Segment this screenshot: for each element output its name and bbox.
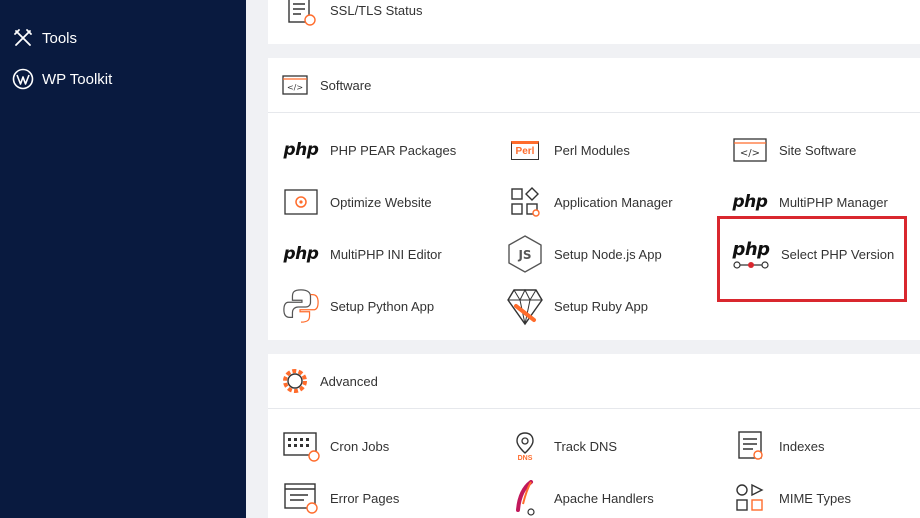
tool-cron-jobs[interactable]: Cron Jobs bbox=[282, 426, 389, 466]
tool-apache-handlers[interactable]: Apache Handlers bbox=[506, 478, 654, 518]
wordpress-icon bbox=[12, 68, 34, 90]
tools-icon bbox=[12, 27, 34, 49]
svg-text:</>: </> bbox=[740, 148, 760, 159]
svg-text:JS: JS bbox=[517, 248, 531, 262]
optimize-icon bbox=[282, 183, 320, 221]
sidebar: Tools WP Toolkit bbox=[0, 0, 246, 518]
tool-setup-python-app[interactable]: Setup Python App bbox=[282, 286, 434, 326]
app-manager-icon bbox=[506, 183, 544, 221]
sidebar-item-label: Tools bbox=[42, 29, 78, 47]
indexes-icon bbox=[731, 427, 769, 465]
tool-perl-modules[interactable]: Perl Perl Modules bbox=[506, 130, 630, 170]
tool-error-pages[interactable]: Error Pages bbox=[282, 478, 399, 518]
apache-icon bbox=[506, 479, 544, 517]
tool-optimize-website[interactable]: Optimize Website bbox=[282, 182, 432, 222]
software-header[interactable]: </> Software bbox=[268, 58, 920, 113]
tool-ssl-tls-status[interactable]: SSL/TLS Status bbox=[282, 0, 423, 30]
ruby-icon bbox=[506, 287, 544, 326]
mime-icon bbox=[731, 479, 769, 517]
security-panel: SSL/TLS Status bbox=[268, 0, 920, 44]
tool-setup-nodejs-app[interactable]: JS Setup Node.js App bbox=[506, 234, 662, 274]
section-title: Advanced bbox=[320, 373, 378, 389]
perl-icon: Perl bbox=[506, 131, 544, 169]
error-pages-icon bbox=[282, 479, 320, 517]
tool-mime-types[interactable]: MIME Types bbox=[731, 478, 851, 518]
highlight-box bbox=[717, 216, 907, 302]
code-icon: </> bbox=[731, 131, 769, 169]
main-content: SSL/TLS Status </> Software php PHP PEAR… bbox=[246, 0, 920, 518]
php-pear-icon: php bbox=[283, 140, 319, 160]
track-dns-icon: DNS bbox=[506, 427, 544, 465]
tool-setup-ruby-app[interactable]: Setup Ruby App bbox=[506, 286, 648, 326]
gear-icon bbox=[282, 368, 308, 394]
sidebar-item-tools[interactable]: Tools bbox=[12, 26, 77, 50]
advanced-panel: Advanced Cron Jobs DNS Track DNS Indexes bbox=[268, 354, 920, 518]
cron-icon bbox=[282, 427, 320, 465]
tool-multiphp-ini-editor[interactable]: php MultiPHP INI Editor bbox=[282, 234, 442, 274]
tool-php-pear-packages[interactable]: php PHP PEAR Packages bbox=[282, 130, 457, 170]
nodejs-icon: JS bbox=[506, 235, 544, 273]
sidebar-item-label: WP Toolkit bbox=[42, 70, 113, 88]
python-icon bbox=[282, 287, 320, 325]
code-icon: </> bbox=[282, 72, 308, 98]
section-title: Software bbox=[320, 77, 372, 93]
ssl-status-icon bbox=[282, 0, 320, 29]
tool-track-dns[interactable]: DNS Track DNS bbox=[506, 426, 617, 466]
sidebar-item-wp-toolkit[interactable]: WP Toolkit bbox=[12, 67, 112, 91]
advanced-header[interactable]: Advanced bbox=[268, 354, 920, 409]
tool-indexes[interactable]: Indexes bbox=[731, 426, 825, 466]
multiphp-ini-icon: php bbox=[283, 244, 319, 264]
tool-application-manager[interactable]: Application Manager bbox=[506, 182, 673, 222]
tool-site-software[interactable]: </> Site Software bbox=[731, 130, 856, 170]
svg-text:</>: </> bbox=[287, 83, 303, 92]
